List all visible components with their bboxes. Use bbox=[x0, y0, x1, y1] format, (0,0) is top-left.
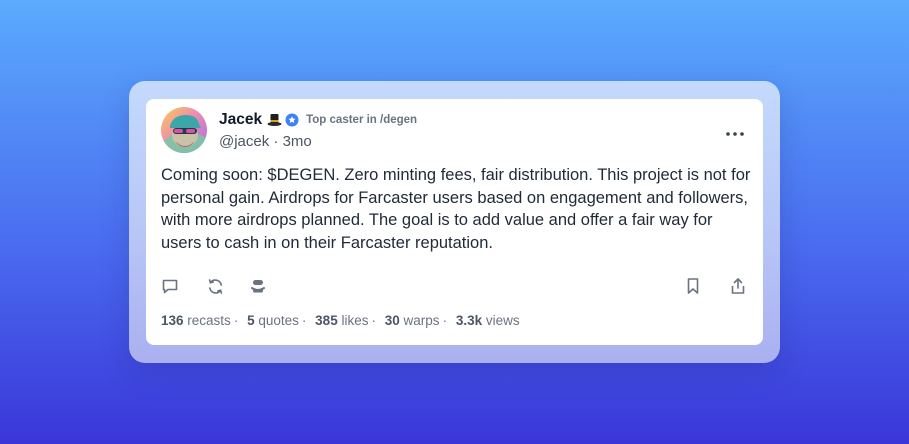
cast-embed-frame: Jacek Top caster in /degen @jacek · 3mo bbox=[129, 81, 780, 363]
warps-label: warps bbox=[403, 313, 440, 328]
author-row: Jacek Top caster in /degen bbox=[219, 110, 417, 130]
quotes-count: 5 bbox=[247, 313, 255, 328]
stats-separator: · bbox=[371, 313, 376, 328]
verified-icon bbox=[285, 113, 299, 127]
recasts-label: recasts bbox=[187, 313, 231, 328]
author-display-name[interactable]: Jacek bbox=[219, 111, 262, 129]
top-caster-badge[interactable]: Top caster in /degen bbox=[306, 114, 417, 126]
stats-separator: · bbox=[233, 313, 239, 328]
avatar[interactable] bbox=[161, 107, 207, 153]
share-icon bbox=[731, 278, 745, 294]
cast-card[interactable]: Jacek Top caster in /degen @jacek · 3mo bbox=[146, 99, 763, 345]
quotes-stat[interactable]: 5 quotes bbox=[247, 313, 299, 328]
recasts-count: 136 bbox=[161, 313, 184, 328]
views-label: views bbox=[485, 313, 520, 328]
stats-separator: · bbox=[442, 313, 448, 328]
author-handle[interactable]: @jacek bbox=[219, 133, 269, 150]
recast-button[interactable] bbox=[204, 275, 226, 297]
share-button[interactable] bbox=[727, 275, 749, 297]
bookmark-icon bbox=[687, 278, 699, 294]
ellipsis-icon bbox=[726, 132, 744, 136]
handle-row: @jacek · 3mo bbox=[219, 133, 312, 150]
warps-count: 30 bbox=[384, 313, 400, 328]
more-options-button[interactable] bbox=[724, 126, 746, 142]
likes-stat[interactable]: 385 likes bbox=[315, 313, 368, 328]
warps-stat[interactable]: 30 warps bbox=[385, 313, 440, 328]
quote-button[interactable] bbox=[247, 275, 269, 297]
separator-dot: · bbox=[273, 133, 283, 150]
cast-text: Coming soon: $DEGEN. Zero minting fees, … bbox=[161, 166, 751, 252]
views-count: 3.3k bbox=[455, 313, 483, 328]
recasts-stat[interactable]: 136 recasts bbox=[161, 313, 231, 328]
quotes-label: quotes bbox=[258, 313, 299, 328]
recast-icon bbox=[208, 278, 222, 294]
cast-stats: 136 recasts · 5 quotes · 385 likes · 30 war… bbox=[161, 313, 520, 328]
quote-icon bbox=[251, 280, 265, 293]
stats-separator: · bbox=[301, 313, 307, 328]
cast-timestamp[interactable]: 3mo bbox=[283, 133, 312, 150]
likes-label: likes bbox=[341, 313, 369, 328]
likes-count: 385 bbox=[315, 313, 338, 328]
bookmark-button[interactable] bbox=[682, 275, 704, 297]
reply-button[interactable] bbox=[159, 275, 181, 297]
views-stat: 3.3k views bbox=[456, 313, 520, 328]
top-hat-icon bbox=[267, 113, 282, 127]
comment-icon bbox=[162, 279, 178, 294]
